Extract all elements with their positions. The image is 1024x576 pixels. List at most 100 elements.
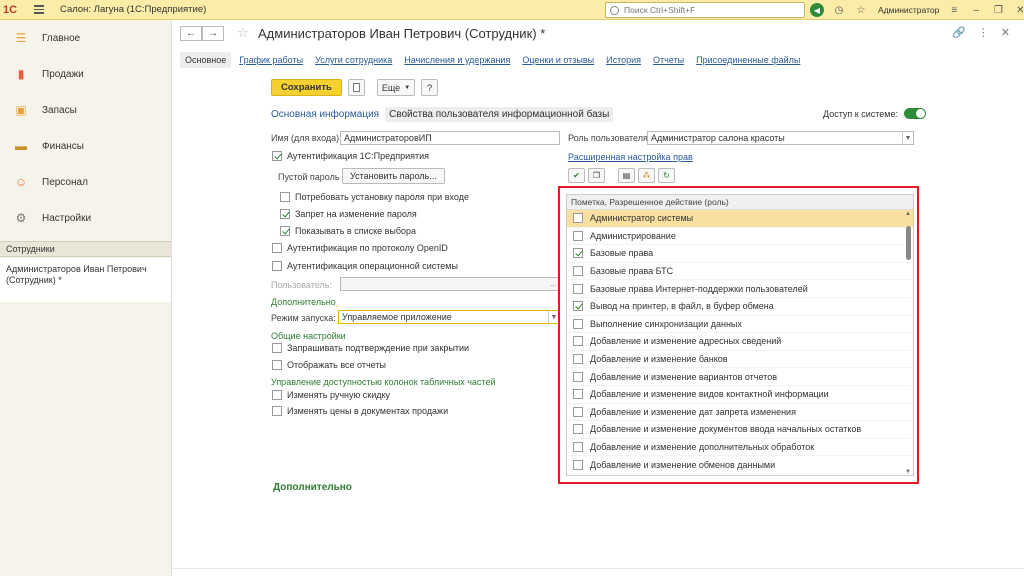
row-checkbox[interactable] [573, 354, 583, 365]
scroll-down-icon[interactable]: ▼ [905, 469, 911, 475]
rights-row[interactable]: Вывод на принтер, в файл, в буфер обмена [567, 298, 913, 316]
copy-button[interactable]: ❐ [588, 168, 605, 183]
tab-user-properties[interactable]: Свойства пользователя информационной баз… [385, 106, 614, 122]
rights-list[interactable]: Пометка, Разрешенное действие (роль) Адм… [566, 194, 914, 476]
main-menu-icon[interactable] [34, 0, 50, 20]
sidebar-item-3[interactable]: ▬ Финансы [0, 128, 171, 164]
role-select[interactable]: Администратор салона красоты ▼ [647, 131, 914, 145]
row-checkbox[interactable] [573, 389, 583, 400]
minimize-icon[interactable]: – [969, 3, 983, 17]
row-checkbox[interactable] [573, 371, 583, 382]
scroll-up-icon[interactable]: ▲ [905, 211, 911, 217]
more-button[interactable]: Еще ▼ [376, 79, 416, 96]
link-icon[interactable]: 🔗 [952, 26, 966, 39]
rights-row[interactable]: Добавление и изменение видов контактной … [567, 386, 913, 404]
box-icon: ▣ [15, 103, 27, 117]
row-checkbox[interactable] [573, 230, 583, 241]
favorite-star-icon[interactable]: ☆ [237, 25, 249, 41]
scroll-thumb[interactable] [906, 226, 911, 260]
manual-discount-checkbox[interactable]: Изменять ручную скидку [272, 390, 390, 400]
row-checkbox[interactable] [573, 442, 583, 453]
close-icon[interactable]: ✕ [1013, 3, 1024, 17]
write-button[interactable] [347, 79, 365, 96]
sidebar-open-document[interactable]: Администраторов Иван Петрович (Сотрудник… [0, 258, 171, 302]
tab-0[interactable]: Основное [180, 52, 232, 68]
check-all-button[interactable]: ✔ [568, 168, 585, 183]
deny-password-change-checkbox[interactable]: Запрет на изменение пароля [280, 209, 417, 219]
row-checkbox[interactable] [573, 301, 583, 312]
rights-row[interactable]: Базовые права [567, 245, 913, 263]
rights-row[interactable]: Администратор системы [567, 210, 913, 228]
search-input[interactable] [624, 5, 794, 15]
os-user-input[interactable]: … [340, 277, 560, 291]
tab-main-info[interactable]: Основная информация [271, 109, 379, 120]
uncheck-all-button[interactable]: ▤ [618, 168, 635, 183]
rights-row[interactable]: Базовые права Интернет-поддержки пользов… [567, 280, 913, 298]
os-auth-checkbox[interactable]: Аутентификация операционной системы [272, 261, 458, 271]
login-input[interactable]: АдминистраторовИП [340, 131, 560, 145]
forward-button[interactable]: → [202, 26, 224, 41]
chevron-down-icon[interactable]: ▼ [902, 132, 913, 144]
tab-3[interactable]: Начисления и удержания [404, 55, 510, 65]
hierarchy-button[interactable]: ⁂ [638, 168, 655, 183]
help-button[interactable]: ? [421, 79, 439, 96]
tab-7[interactable]: Присоединенные файлы [696, 55, 800, 65]
set-password-button[interactable]: Установить пароль... [342, 168, 445, 184]
row-checkbox[interactable] [573, 336, 583, 347]
doc-close-icon[interactable]: ✕ [1001, 26, 1010, 39]
settings-menu-icon[interactable]: ≡ [947, 3, 961, 17]
history-icon[interactable]: ◷ [832, 3, 846, 17]
openid-checkbox[interactable]: Аутентификация по протоколу OpenID [272, 243, 448, 253]
tab-1[interactable]: График работы [239, 55, 303, 65]
sidebar-item-5[interactable]: ⚙ Настройки [0, 200, 171, 236]
rights-scrollbar[interactable]: ▲ ▼ [905, 211, 912, 475]
favorites-icon[interactable]: ☆ [854, 3, 868, 17]
require-password-checkbox[interactable]: Потребовать установку пароля при входе [280, 192, 469, 202]
refresh-button[interactable]: ↻ [658, 168, 675, 183]
rights-row[interactable]: Добавление и изменение дат запрета измен… [567, 404, 913, 422]
rights-row[interactable]: Добавление и изменение документов ввода … [567, 421, 913, 439]
sidebar-section-title[interactable]: Сотрудники [0, 241, 171, 257]
row-checkbox[interactable] [573, 318, 583, 329]
auth-1c-checkbox[interactable]: Аутентификация 1С:Предприятия [272, 151, 429, 161]
rights-row[interactable]: Добавление и изменение вариантов отчетов [567, 368, 913, 386]
row-label: Выполнение синхронизации данных [590, 318, 742, 329]
row-checkbox[interactable] [573, 406, 583, 417]
notification-icon[interactable]: ◀ [810, 3, 824, 17]
global-search[interactable] [605, 2, 805, 18]
rights-row[interactable]: Добавление и изменение банков [567, 351, 913, 369]
restore-icon[interactable]: ❐ [991, 3, 1005, 17]
sidebar-item-0[interactable]: ☰ Главное [0, 20, 171, 56]
rights-row[interactable]: Администрирование [567, 228, 913, 246]
show-in-list-checkbox[interactable]: Показывать в списке выбора [280, 226, 416, 236]
sidebar-item-4[interactable]: ☺ Персонал [0, 164, 171, 200]
confirm-close-checkbox[interactable]: Запрашивать подтверждение при закрытии [272, 343, 469, 353]
sidebar-item-1[interactable]: ▮ Продажи [0, 56, 171, 92]
tab-5[interactable]: История [606, 55, 641, 65]
rights-row[interactable]: Добавление и изменение обменов данными [567, 456, 913, 474]
row-checkbox[interactable] [573, 283, 583, 294]
tab-2[interactable]: Услуги сотрудника [315, 55, 392, 65]
launch-mode-select[interactable]: Управляемое приложение ▼ [338, 310, 560, 324]
current-user[interactable]: Администратор [878, 5, 939, 15]
row-checkbox[interactable] [573, 248, 583, 259]
row-checkbox[interactable] [573, 213, 583, 224]
row-checkbox[interactable] [573, 424, 583, 435]
save-button[interactable]: Сохранить [271, 79, 342, 96]
row-checkbox[interactable] [573, 266, 583, 277]
doc-menu-icon[interactable]: ⋮ [978, 26, 989, 39]
tab-4[interactable]: Оценки и отзывы [522, 55, 594, 65]
tab-6[interactable]: Отчеты [653, 55, 684, 65]
access-toggle[interactable] [903, 108, 926, 119]
rights-row[interactable]: Базовые права БТС [567, 263, 913, 281]
back-button[interactable]: ← [180, 26, 202, 41]
bottom-extra-section[interactable]: Дополнительно [273, 482, 352, 493]
show-reports-checkbox[interactable]: Отображать все отчеты [272, 360, 386, 370]
rights-row[interactable]: Выполнение синхронизации данных [567, 316, 913, 334]
rights-row[interactable]: Добавление и изменение адресных сведений [567, 333, 913, 351]
row-checkbox[interactable] [573, 459, 583, 470]
change-prices-checkbox[interactable]: Изменять цены в документах продажи [272, 406, 448, 416]
rights-row[interactable]: Добавление и изменение дополнительных об… [567, 439, 913, 457]
advanced-rights-link[interactable]: Расширенная настройка прав [568, 152, 693, 162]
sidebar-item-2[interactable]: ▣ Запасы [0, 92, 171, 128]
